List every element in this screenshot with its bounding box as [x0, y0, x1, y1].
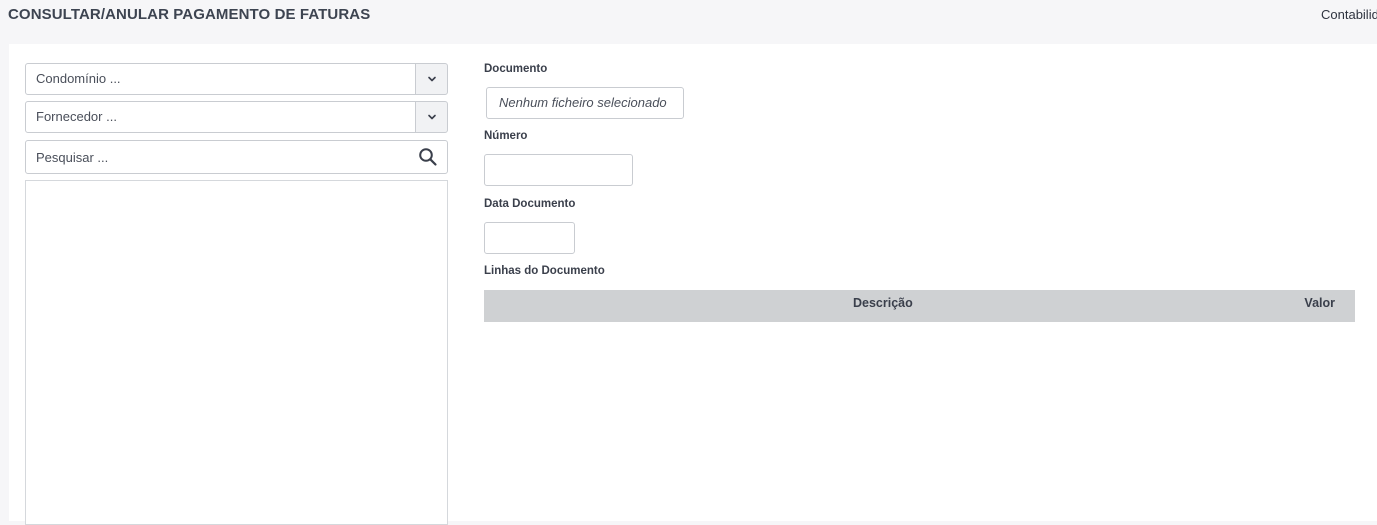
top-nav-link[interactable]: Contabilid [1321, 7, 1377, 22]
data-documento-field[interactable] [484, 222, 575, 254]
fornecedor-dropdown-button[interactable] [415, 101, 448, 133]
file-input[interactable]: Nenhum ficheiro selecionado [486, 87, 684, 119]
condominio-select[interactable]: Condomínio ... [25, 63, 448, 95]
data-documento-label: Data Documento [484, 198, 576, 210]
column-header-valor[interactable]: Valor [1304, 296, 1335, 310]
numero-field[interactable] [484, 154, 633, 186]
table-header: Descrição Valor [484, 290, 1355, 322]
results-list[interactable] [25, 180, 448, 525]
numero-label: Número [484, 130, 528, 142]
search-input[interactable] [26, 141, 406, 173]
search-box [25, 140, 448, 174]
search-icon[interactable] [418, 147, 438, 167]
chevron-down-icon [427, 76, 436, 82]
fornecedor-select[interactable]: Fornecedor ... [25, 101, 448, 133]
column-header-descricao[interactable]: Descrição [853, 296, 913, 310]
condominio-dropdown-button[interactable] [415, 63, 448, 95]
chevron-down-icon [427, 114, 436, 120]
top-bar: CONSULTAR/ANULAR PAGAMENTO DE FATURAS Co… [0, 0, 1377, 44]
page-title: CONSULTAR/ANULAR PAGAMENTO DE FATURAS [8, 6, 371, 23]
fornecedor-select-value[interactable]: Fornecedor ... [25, 101, 416, 133]
linhas-documento-label: Linhas do Documento [484, 265, 605, 277]
condominio-select-value[interactable]: Condomínio ... [25, 63, 416, 95]
documento-label: Documento [484, 63, 548, 75]
